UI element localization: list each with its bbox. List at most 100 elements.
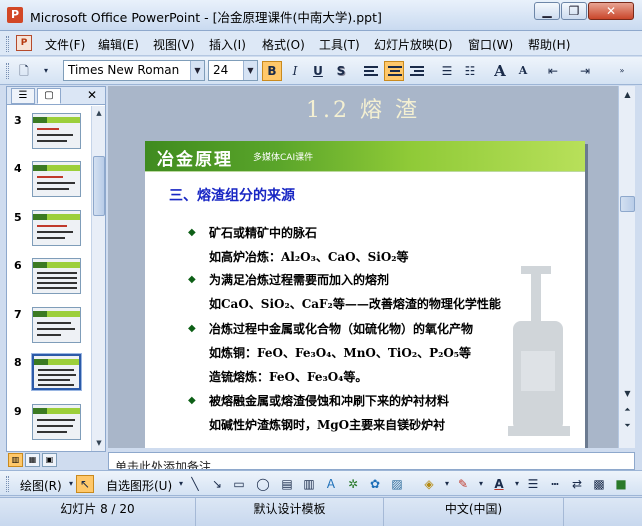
slide-thumbnail-6[interactable]: [32, 258, 81, 294]
slide-text-line[interactable]: 如碱性炉渣炼钢时，MgO主要来自镁砂炉衬: [209, 416, 445, 433]
menu-slideshow[interactable]: 幻灯片放映(D): [374, 36, 453, 53]
slide-text-line[interactable]: 冶炼过程中金属或化合物（如硫化物）的氧化产物: [209, 320, 473, 337]
menu-window[interactable]: 窗口(W): [468, 36, 513, 53]
slide-canvas[interactable]: 冶金原理 多媒体CAI课件 三、熔渣组分的来源 ◆ 矿石或精矿中的脉石 如高炉冶…: [145, 141, 585, 448]
slide-sorter-button[interactable]: ▦: [25, 453, 40, 467]
arrow-tool[interactable]: ↘: [208, 475, 226, 493]
shadow-style-button[interactable]: ▩: [590, 475, 608, 493]
font-color-button[interactable]: A: [490, 475, 508, 493]
notes-placeholder[interactable]: 单击此处添加备注: [115, 458, 211, 469]
chevron-down-icon[interactable]: ▾: [472, 475, 490, 493]
menu-file[interactable]: 文件(F): [45, 36, 85, 53]
oval-tool[interactable]: ◯: [254, 475, 272, 493]
dash-style-button[interactable]: ┅: [546, 475, 564, 493]
slide-heading[interactable]: 三、熔渣组分的来源: [169, 185, 295, 205]
bold-button[interactable]: B: [262, 61, 282, 81]
vertical-textbox-tool[interactable]: ▥: [300, 475, 318, 493]
italic-button[interactable]: I: [285, 61, 305, 81]
numbering-button[interactable]: ☰: [437, 61, 457, 81]
underline-button[interactable]: U: [308, 61, 328, 81]
picture-tool[interactable]: ▨: [388, 475, 406, 493]
menubar-grip[interactable]: [6, 36, 9, 52]
tab-outline[interactable]: ☰: [11, 88, 35, 104]
scroll-thumb[interactable]: [620, 196, 635, 212]
wordart-tool[interactable]: Ａ: [322, 475, 340, 493]
line-tool[interactable]: ╲: [186, 475, 204, 493]
slide-thumbnail-4[interactable]: [32, 161, 81, 197]
toolbar-options-button[interactable]: ▾: [36, 61, 56, 81]
menu-help[interactable]: 帮助(H): [528, 36, 570, 53]
scroll-up-icon[interactable]: ▲: [620, 87, 635, 102]
fill-color-button[interactable]: ◈: [420, 475, 438, 493]
scroll-up-icon[interactable]: ▲: [93, 107, 105, 119]
shadow-button[interactable]: S: [331, 61, 351, 81]
align-right-button[interactable]: [407, 61, 427, 81]
status-design-template[interactable]: 默认设计模板: [196, 498, 384, 526]
minimize-button[interactable]: ▁: [534, 2, 560, 20]
arrow-style-button[interactable]: ⇄: [568, 475, 586, 493]
align-left-button[interactable]: [361, 61, 381, 81]
slide-thumbnail-3[interactable]: [32, 113, 81, 149]
slide-thumbnail-9[interactable]: [32, 404, 81, 440]
align-center-button[interactable]: [384, 61, 404, 81]
slide-text-line[interactable]: 造锍熔炼：FeO、Fe₃O₄等。: [209, 368, 367, 385]
slide-scrollbar[interactable]: ▲ ▼ ⏶ ⏷: [618, 86, 635, 448]
line-style-button[interactable]: ☰: [524, 475, 542, 493]
select-objects-button[interactable]: ↖: [76, 475, 94, 493]
autoshapes-menu[interactable]: 自选图形(U): [106, 477, 172, 494]
scroll-thumb[interactable]: [93, 156, 105, 216]
3d-style-button[interactable]: ■: [612, 475, 630, 493]
slide-text-line[interactable]: 如高炉冶炼：Al₂O₃、CaO、SiO₂等: [209, 248, 409, 265]
previous-slide-icon[interactable]: ⏶: [620, 402, 635, 417]
slide-thumbnail-7[interactable]: [32, 307, 81, 343]
line-icon: ╲: [191, 477, 199, 491]
decrease-indent-button[interactable]: ⇤: [543, 61, 563, 81]
clipart-tool[interactable]: ✿: [366, 475, 384, 493]
slide-section-title[interactable]: 1.2 熔 渣: [108, 92, 618, 124]
next-slide-icon[interactable]: ⏷: [620, 418, 635, 433]
slide-text-line[interactable]: 如CaO、SiO₂、CaF₂等——改善熔渣的物理化学性能: [209, 295, 501, 312]
status-empty-cell: [564, 498, 642, 526]
rectangle-tool[interactable]: ▭: [230, 475, 248, 493]
slide-text-line[interactable]: 被熔融金属或熔渣侵蚀和冲刷下来的炉衬材料: [209, 392, 449, 409]
font-name-combo[interactable]: Times New Roman ▼: [63, 60, 205, 81]
tab-slides[interactable]: ▢: [37, 88, 61, 104]
new-slide-button[interactable]: 🗋: [14, 61, 34, 81]
slide-text-line[interactable]: 如炼铜：FeO、Fe₃O₄、MnO、TiO₂、P₂O₅等: [209, 344, 471, 361]
notes-pane[interactable]: 单击此处添加备注: [108, 452, 635, 470]
slide-text-line[interactable]: 矿石或精矿中的脉石: [209, 224, 317, 241]
chevron-down-icon[interactable]: ▼: [190, 61, 204, 80]
slideshow-button[interactable]: ▣: [42, 453, 57, 467]
normal-view-button[interactable]: ▥: [8, 453, 23, 467]
drawbar-grip[interactable]: [6, 476, 9, 492]
document-icon[interactable]: P: [16, 35, 32, 51]
close-button[interactable]: ✕: [588, 2, 634, 20]
toolbar-grip[interactable]: [6, 63, 9, 79]
diagram-tool[interactable]: ✲: [344, 475, 362, 493]
decrease-font-button[interactable]: A: [513, 61, 533, 81]
slide-text-line[interactable]: 为满足冶炼过程需要而加入的熔剂: [209, 271, 389, 288]
window-title: Microsoft Office PowerPoint - [冶金原理课件(中南…: [30, 10, 382, 25]
menu-view[interactable]: 视图(V): [153, 36, 195, 53]
pane-close-button[interactable]: ✕: [87, 88, 97, 102]
increase-indent-button[interactable]: ⇥: [575, 61, 595, 81]
chevron-down-icon[interactable]: ▼: [243, 61, 257, 80]
font-size-combo[interactable]: 24 ▼: [208, 60, 258, 81]
powerpoint-app-icon[interactable]: P: [7, 7, 23, 23]
menu-format[interactable]: 格式(O): [262, 36, 305, 53]
draw-menu[interactable]: 绘图(R): [20, 477, 62, 494]
thumbnail-scrollbar[interactable]: ▲ ▼: [91, 106, 105, 451]
line-color-button[interactable]: ✎: [454, 475, 472, 493]
bullets-button[interactable]: ☷: [460, 61, 480, 81]
restore-button[interactable]: ❐: [561, 2, 587, 20]
slide-thumbnail-5[interactable]: [32, 210, 81, 246]
scroll-down-icon[interactable]: ▼: [93, 437, 105, 449]
toolbar-overflow-button[interactable]: »: [612, 61, 632, 81]
increase-font-button[interactable]: A: [490, 61, 510, 81]
textbox-tool[interactable]: ▤: [278, 475, 296, 493]
menu-insert[interactable]: 插入(I): [209, 36, 246, 53]
scroll-down-icon[interactable]: ▼: [620, 386, 635, 401]
menu-tools[interactable]: 工具(T): [319, 36, 360, 53]
slide-thumbnail-8[interactable]: [31, 353, 82, 391]
menu-edit[interactable]: 编辑(E): [98, 36, 139, 53]
